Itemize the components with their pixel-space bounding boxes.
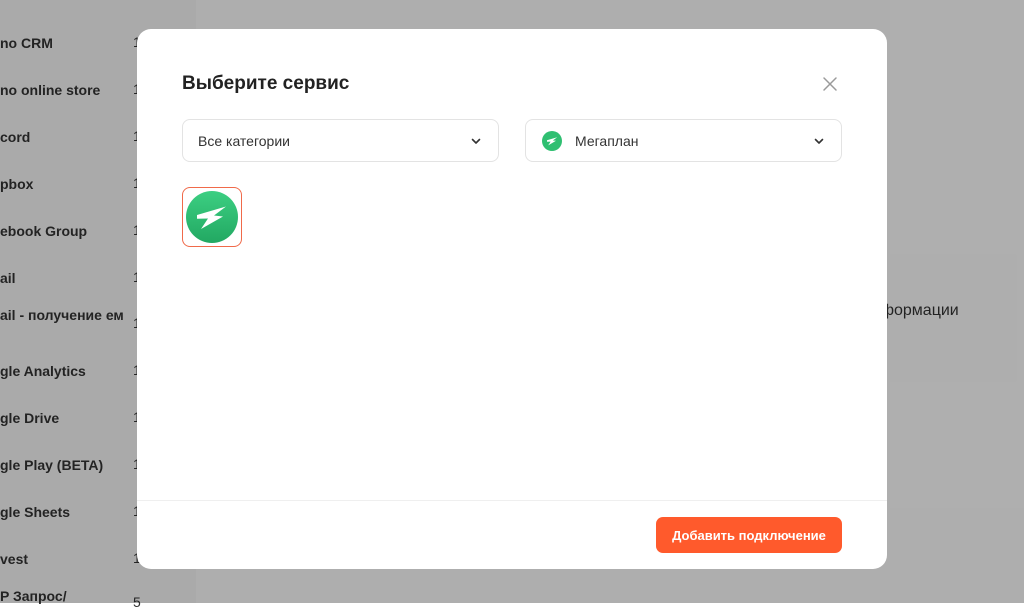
modal-title: Выберите сервис — [182, 73, 350, 94]
close-button[interactable] — [821, 75, 839, 93]
service-select-value: Мегаплан — [575, 133, 639, 149]
category-select[interactable]: Все категории — [182, 119, 499, 162]
megaplan-logo-icon — [186, 191, 238, 243]
footer-divider — [137, 500, 887, 501]
add-connection-button[interactable]: Добавить подключение — [656, 517, 842, 553]
service-tile-megaplan[interactable] — [182, 187, 242, 247]
category-select-value: Все категории — [198, 133, 290, 149]
select-service-modal: Выберите сервис Все категории Мегаплан Д… — [137, 29, 887, 569]
chevron-down-icon — [814, 138, 824, 144]
chevron-down-icon — [471, 138, 481, 144]
service-select[interactable]: Мегаплан — [525, 119, 842, 162]
close-icon — [823, 77, 837, 91]
megaplan-logo-icon — [542, 131, 562, 151]
